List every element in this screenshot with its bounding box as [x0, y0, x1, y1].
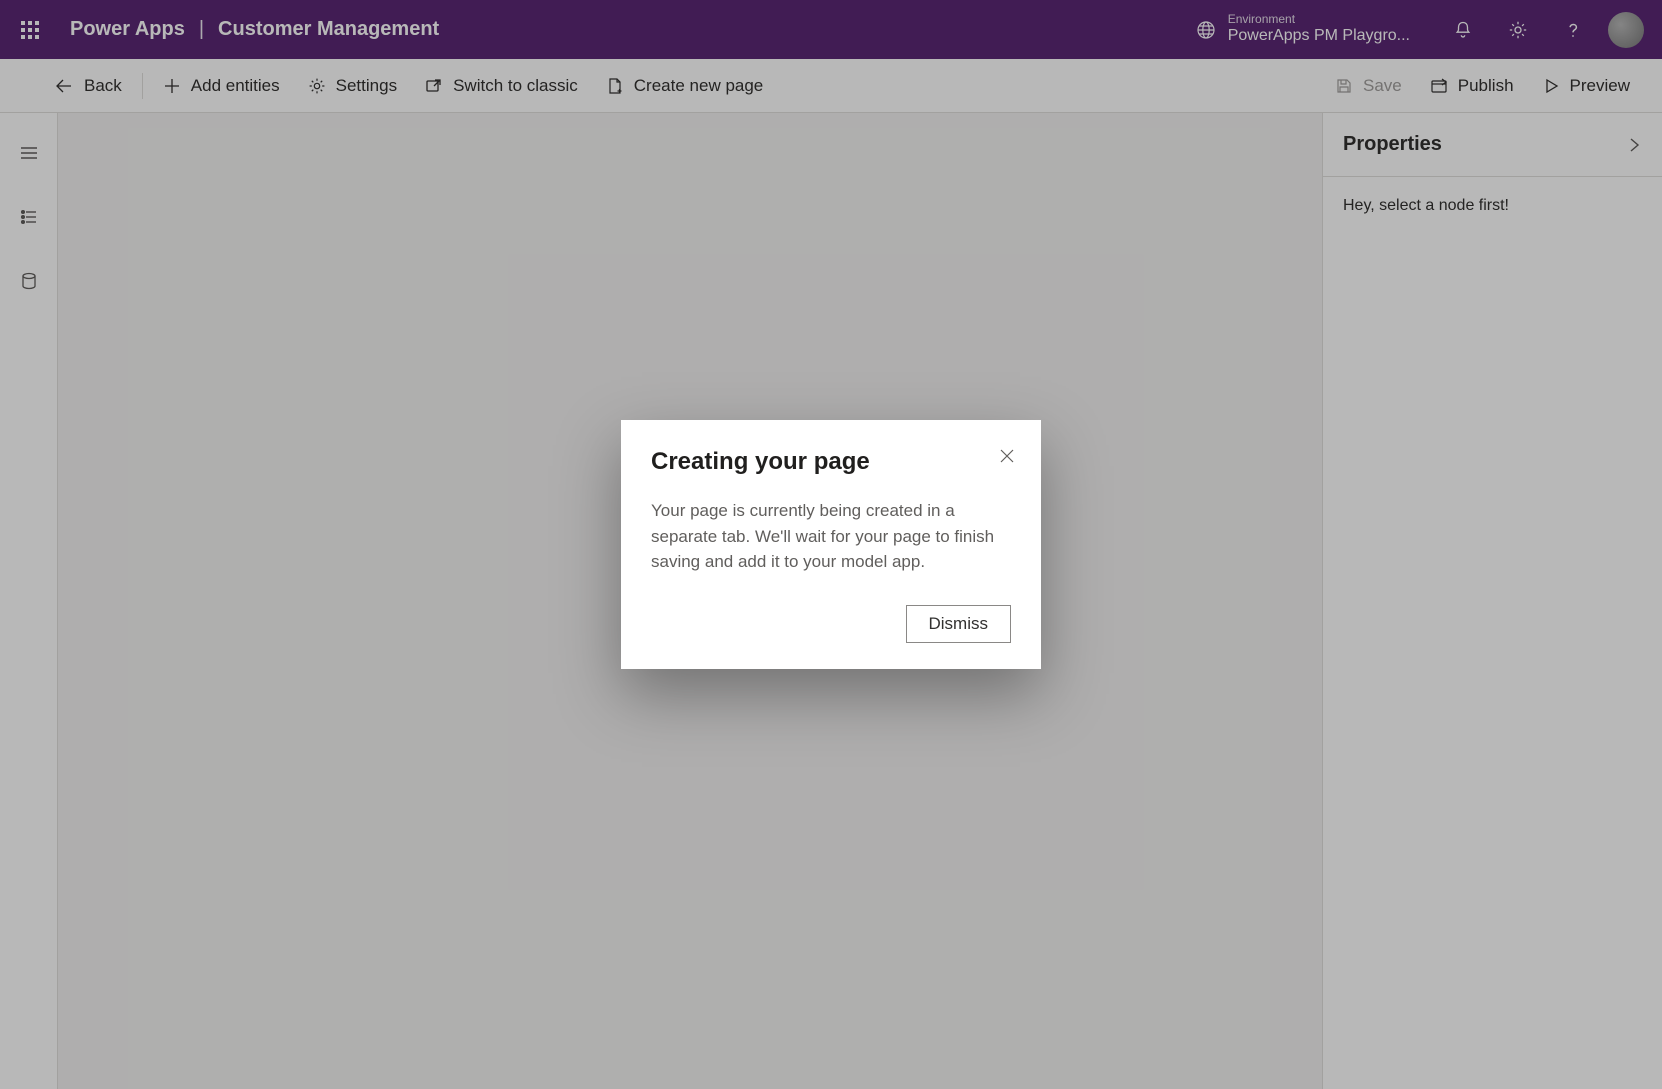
dialog-title: Creating your page — [651, 448, 1011, 476]
close-icon — [999, 448, 1015, 464]
dismiss-button[interactable]: Dismiss — [906, 605, 1012, 643]
dialog-close-button[interactable] — [995, 444, 1019, 468]
dialog-body: Your page is currently being created in … — [651, 498, 1011, 575]
modal-overlay[interactable]: Creating your page Your page is currentl… — [0, 0, 1662, 1089]
creating-page-dialog: Creating your page Your page is currentl… — [621, 420, 1041, 669]
